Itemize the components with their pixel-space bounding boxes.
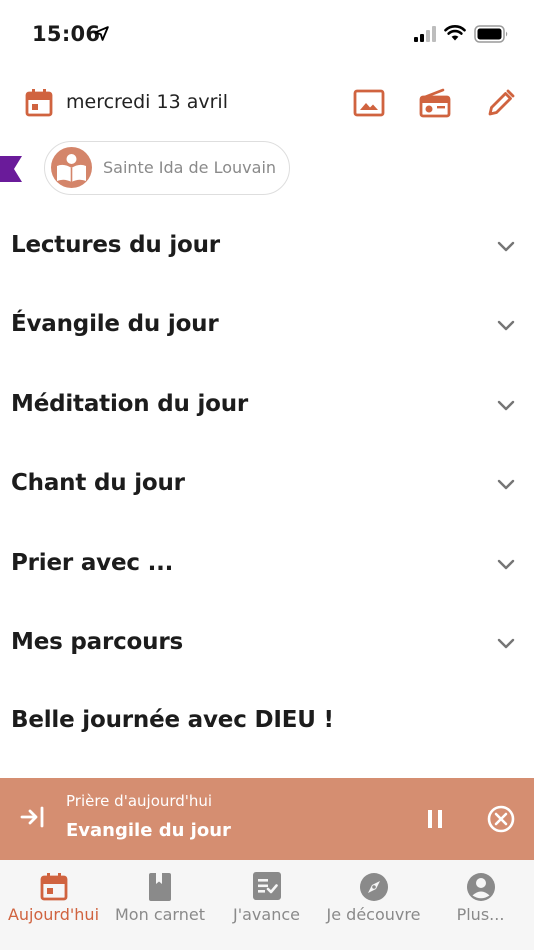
section-title: Prier avec ... [11, 550, 174, 576]
tab-javance[interactable]: J'avance [213, 860, 320, 930]
tab-je-decouvre[interactable]: Je découvre [320, 860, 427, 930]
close-circle-icon[interactable] [486, 804, 516, 834]
section-meditation[interactable]: Méditation du jour [0, 377, 534, 437]
saint-avatar [51, 147, 92, 188]
section-title: Méditation du jour [11, 391, 249, 417]
tab-bar: Aujourd'hui Mon carnet J'avance Je décou… [0, 860, 534, 950]
tab-label: Mon carnet [115, 905, 205, 924]
tab-aujourdhui[interactable]: Aujourd'hui [0, 860, 107, 930]
chevron-down-icon [497, 241, 515, 252]
tab-mon-carnet[interactable]: Mon carnet [107, 860, 213, 930]
saint-name: Sainte Ida de Louvain [103, 158, 277, 177]
calendar-icon[interactable] [25, 88, 53, 118]
section-title: Chant du jour [11, 470, 185, 496]
image-button[interactable] [352, 86, 386, 120]
status-time: 15:06 [32, 22, 101, 46]
chevron-down-icon [497, 638, 515, 649]
section-evangile[interactable]: Évangile du jour [0, 297, 534, 357]
wifi-icon [444, 25, 466, 41]
radio-icon [419, 88, 451, 118]
reading-person-icon [57, 154, 86, 182]
mini-player[interactable]: Prière d'aujourd'hui Evangile du jour [0, 778, 534, 860]
tab-plus[interactable]: Plus... [427, 860, 534, 930]
player-title: Evangile du jour [66, 820, 231, 841]
date-label[interactable]: mercredi 13 avril [66, 91, 228, 113]
ribbon-marker [0, 156, 22, 182]
tab-label: Plus... [456, 905, 505, 924]
location-arrow-icon [94, 26, 109, 41]
cellular-signal-icon [414, 26, 436, 42]
section-prier-avec[interactable]: Prier avec ... [0, 536, 534, 596]
section-mes-parcours[interactable]: Mes parcours [0, 615, 534, 675]
closing-message: Belle journée avec DIEU ! [11, 707, 334, 733]
chevron-down-icon [497, 479, 515, 490]
saint-of-the-day-chip[interactable]: Sainte Ida de Louvain [44, 141, 290, 195]
section-title: Évangile du jour [11, 311, 219, 337]
status-bar: 15:06 [0, 0, 534, 68]
tab-label: Je découvre [326, 905, 421, 924]
account-icon [466, 873, 495, 901]
tab-label: J'avance [233, 905, 300, 924]
edit-button[interactable] [484, 86, 518, 120]
battery-icon [474, 25, 508, 43]
chevron-down-icon [497, 400, 515, 411]
calendar-icon [40, 873, 67, 901]
section-chant[interactable]: Chant du jour [0, 456, 534, 516]
chevron-down-icon [497, 559, 515, 570]
chevron-down-icon [497, 320, 515, 331]
section-title: Lectures du jour [11, 232, 220, 258]
expand-player-icon[interactable] [20, 805, 46, 829]
compass-icon [359, 873, 388, 901]
pause-icon[interactable] [422, 805, 448, 833]
image-icon [353, 89, 385, 117]
tab-label: Aujourd'hui [7, 905, 100, 924]
checklist-icon [252, 872, 281, 900]
book-icon [149, 873, 171, 901]
header-bar: mercredi 13 avril [0, 80, 534, 126]
section-title: Mes parcours [11, 629, 183, 655]
radio-button[interactable] [418, 86, 452, 120]
pencil-icon [488, 89, 515, 116]
section-lectures[interactable]: Lectures du jour [0, 218, 534, 278]
player-subtitle: Prière d'aujourd'hui [66, 792, 213, 810]
